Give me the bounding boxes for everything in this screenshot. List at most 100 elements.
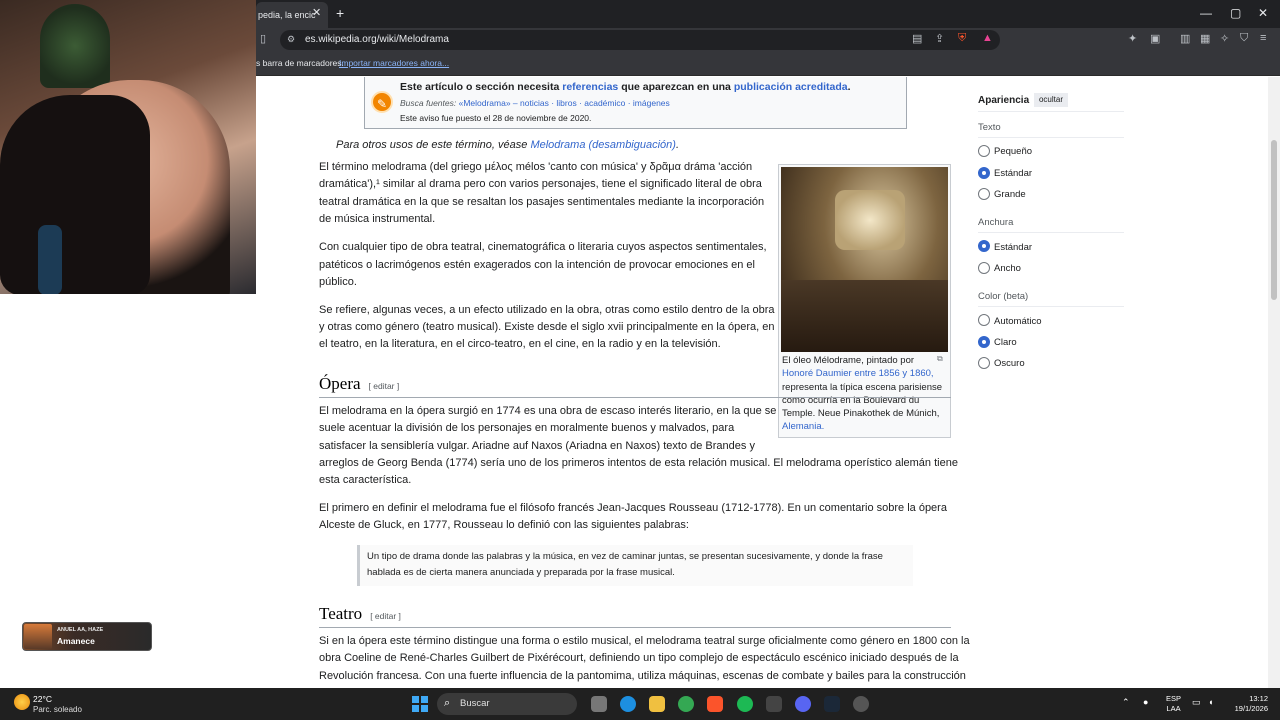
notice-text: que aparezcan en una (618, 81, 734, 93)
maximize-button[interactable]: ▢ (1230, 6, 1241, 20)
heading-rule (319, 397, 951, 398)
bookmark-icon[interactable]: ▯ (260, 32, 266, 45)
microphone-icon[interactable]: ● (1143, 697, 1148, 707)
paragraph-line: Revolución francesa. Con una fuerte infl… (319, 670, 966, 682)
notice-text: . (847, 81, 851, 93)
rewards-icon[interactable]: ▲ (982, 32, 993, 44)
radio-color-auto[interactable] (978, 314, 990, 326)
import-bookmarks-link[interactable]: Importar marcadores ahora... (339, 58, 449, 68)
radio-label[interactable]: Grande (994, 189, 1026, 200)
tab-title: pedia, la encic (258, 10, 316, 20)
extensions-icon[interactable]: ✦ (1128, 32, 1137, 45)
hide-appearance-button[interactable]: ocultar (1034, 93, 1068, 107)
url-text[interactable]: es.wikipedia.org/wiki/Melodrama (305, 34, 449, 45)
taskbar (0, 688, 1280, 720)
taskbar-search[interactable] (437, 693, 577, 715)
appearance-title: Apariencia (978, 95, 1030, 106)
paragraph-line: público. (319, 276, 357, 288)
scrollbar-thumb[interactable] (1271, 140, 1277, 300)
section-heading-teatro: Teatro [ editar ] (319, 604, 401, 624)
wallet-icon[interactable]: ▣ (1150, 32, 1160, 45)
paragraph-line: El melodrama en la ópera surgió en 1774 … (319, 405, 777, 417)
radio-label[interactable]: Pequeño (994, 146, 1032, 157)
reader-icon[interactable]: ▤ (912, 32, 922, 45)
notice-text: Este artículo o sección necesita (400, 81, 563, 93)
weather-icon[interactable] (14, 694, 30, 710)
minimize-button[interactable]: — (1200, 6, 1212, 20)
volume-icon[interactable]: ◖ (1208, 697, 1213, 707)
microphone (38, 225, 62, 294)
close-window-button[interactable]: ✕ (1258, 6, 1268, 20)
notice-search-label: Busca fuentes: (400, 98, 459, 108)
publicacion-acreditada-link[interactable]: publicación acreditada (734, 81, 848, 93)
paragraph-line: suele acentuar la división de los person… (319, 422, 735, 434)
task-view-icon[interactable] (591, 696, 607, 712)
radio-text-small[interactable] (978, 145, 990, 157)
referencias-link[interactable]: referencias (562, 81, 618, 93)
color-label: Color (beta) (978, 291, 1029, 302)
new-tab-button[interactable]: + (336, 5, 344, 21)
radio-label[interactable]: Ancho (994, 263, 1021, 274)
taskbar-search-label[interactable]: Buscar (460, 698, 490, 709)
tabs-icon[interactable]: ▦ (1200, 32, 1210, 45)
paragraph-line: el teatro, en la literatura, en el circo… (319, 338, 721, 350)
radio-text-standard[interactable] (978, 167, 990, 179)
brave-icon[interactable] (707, 696, 723, 712)
notice-book-icon: ✎ (371, 91, 393, 113)
radio-width-standard[interactable] (978, 240, 990, 252)
edit-section-link[interactable]: [ editar ] (369, 381, 400, 391)
radio-label[interactable]: Estándar (994, 168, 1032, 179)
leo-icon[interactable]: ✧ (1220, 32, 1229, 45)
discord-icon[interactable] (795, 696, 811, 712)
painting-audience (781, 280, 948, 352)
disambiguation-link[interactable]: Melodrama (desambiguación) (530, 139, 676, 151)
weather-description[interactable]: Parc. soleado (33, 705, 82, 714)
search-sources-links[interactable]: «Melodrama» – noticias · libros · académ… (459, 98, 670, 108)
hatnote: Para otros usos de este término, véase M… (336, 139, 679, 151)
caption-line: El óleo Mélodrame, pintado por (782, 355, 915, 366)
weather-temperature[interactable]: 22°C (33, 694, 52, 704)
menu-icon[interactable]: ≡ (1260, 32, 1266, 44)
clock-date: 19/1/2026 (1234, 704, 1268, 713)
tab-close-icon[interactable]: ✕ (312, 6, 321, 19)
radio-width-wide[interactable] (978, 262, 990, 274)
spotify-icon[interactable] (737, 696, 753, 712)
file-explorer-icon[interactable] (649, 696, 665, 712)
caption-line[interactable]: Alemania. (782, 420, 944, 433)
paragraph-line: Si en la ópera este término distingue un… (319, 635, 970, 647)
start-button[interactable] (412, 696, 428, 712)
caption-line[interactable]: Honoré Daumier entre 1856 y 1860, (782, 367, 944, 380)
radio-color-dark[interactable] (978, 357, 990, 369)
brave-shield-icon[interactable]: ⛨ (958, 32, 966, 45)
steam-icon[interactable] (824, 696, 840, 712)
paragraph-line: de música instrumental. (319, 213, 436, 225)
edge-icon[interactable] (620, 696, 636, 712)
album-art (24, 624, 52, 649)
radio-color-light[interactable] (978, 336, 990, 348)
notice-title: Este artículo o sección necesita referen… (400, 81, 851, 93)
hatnote-text: Para otros usos de este término, véase (336, 139, 531, 151)
painting-stage (835, 190, 905, 250)
site-info-icon[interactable]: ⚙ (287, 34, 295, 45)
sidebar-icon[interactable]: ▥ (1180, 32, 1190, 45)
paragraph-line: y otras como género (teatro musical). Ex… (319, 321, 775, 333)
caption-line: Temple. Neue Pinakothek de Múnich, (782, 408, 940, 420)
radio-text-large[interactable] (978, 188, 990, 200)
edit-section-link[interactable]: [ editar ] (370, 611, 401, 621)
radio-label[interactable]: Claro (994, 337, 1017, 348)
epic-games-icon[interactable] (766, 696, 782, 712)
vpn-icon[interactable]: ⛉ (1240, 32, 1248, 45)
image-caption: El óleo Mélodrame, pintado por Honoré Da… (782, 354, 944, 434)
paragraph-line: arreglos de Georg Benda (1774) sería uno… (319, 457, 958, 469)
tray-overflow-icon[interactable]: ⌃ (1122, 697, 1130, 708)
radio-label[interactable]: Oscuro (994, 358, 1025, 369)
share-icon[interactable]: ⇪ (935, 32, 944, 45)
start-tile (421, 705, 428, 712)
radio-label[interactable]: Estándar (994, 242, 1032, 253)
clock[interactable]: 13:12 19/1/2026 (1228, 694, 1268, 714)
network-icon[interactable]: ▭ (1192, 697, 1201, 708)
chrome-icon[interactable] (678, 696, 694, 712)
obs-icon[interactable] (853, 696, 869, 712)
radio-label[interactable]: Automático (994, 316, 1042, 327)
language-indicator[interactable]: ESP LAA (1166, 694, 1181, 714)
